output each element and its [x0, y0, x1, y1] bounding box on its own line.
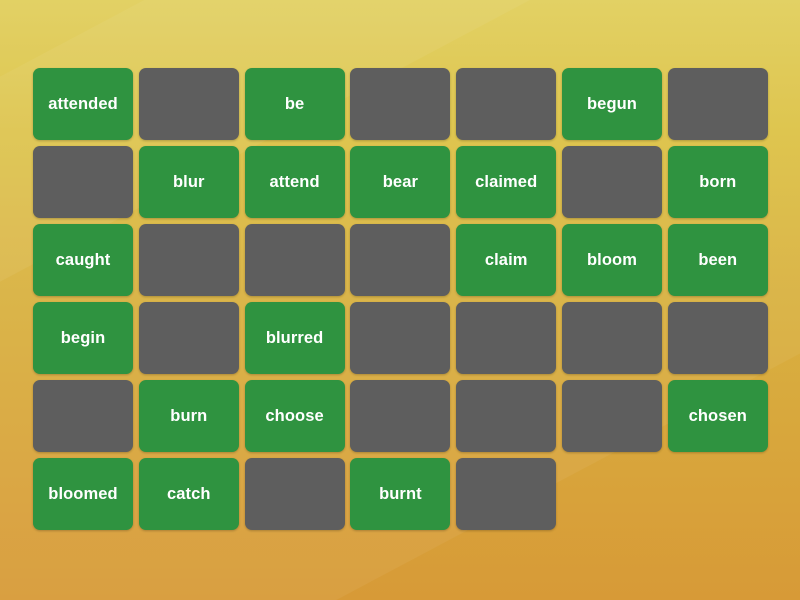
tile-hidden[interactable] — [561, 146, 662, 218]
tile-hidden[interactable] — [667, 302, 768, 374]
tile-revealed[interactable]: blurred — [244, 302, 345, 374]
tile-hidden[interactable] — [456, 68, 557, 140]
tile-revealed[interactable]: been — [667, 224, 768, 296]
tile-hidden[interactable] — [33, 146, 133, 218]
tile-hidden[interactable] — [456, 380, 557, 452]
tile-hidden[interactable] — [456, 302, 557, 374]
tile-hidden[interactable] — [350, 68, 451, 140]
tile-revealed[interactable]: bloomed — [33, 458, 133, 530]
tile-revealed[interactable]: blur — [138, 146, 239, 218]
tile-revealed[interactable]: claimed — [456, 146, 557, 218]
tile-label: be — [284, 94, 305, 113]
tile-hidden[interactable] — [138, 68, 239, 140]
tile-revealed[interactable]: caught — [33, 224, 133, 296]
tile-label: choose — [265, 406, 324, 425]
tile-label: attended — [48, 94, 118, 113]
tile-hidden[interactable] — [138, 224, 239, 296]
tile-revealed[interactable]: catch — [138, 458, 239, 530]
tile-label: blurred — [265, 328, 324, 347]
tile-revealed[interactable]: burn — [138, 380, 239, 452]
tile-row: blur attend bear claimed born — [33, 146, 768, 218]
matching-pairs-board: attended be begun blur attend bear claimed born… — [33, 68, 768, 530]
tile-label: claim — [484, 250, 528, 269]
tile-revealed[interactable]: bloom — [561, 224, 662, 296]
tile-label: born — [699, 172, 737, 191]
tile-revealed[interactable]: begun — [561, 68, 662, 140]
tile-hidden[interactable] — [561, 302, 662, 374]
tile-revealed[interactable]: begin — [33, 302, 133, 374]
tile-hidden[interactable] — [33, 380, 133, 452]
tile-label: chosen — [688, 406, 747, 425]
tile-hidden[interactable] — [667, 68, 768, 140]
tile-label: claimed — [475, 172, 538, 191]
tile-row: caught claim bloom been — [33, 224, 768, 296]
tile-hidden[interactable] — [350, 224, 451, 296]
tile-label: catch — [166, 484, 211, 503]
tile-label: attend — [269, 172, 320, 191]
tile-hidden[interactable] — [138, 302, 239, 374]
tile-label: been — [698, 250, 738, 269]
tile-row: attended be begun — [33, 68, 768, 140]
tile-label: begin — [60, 328, 106, 347]
tile-revealed[interactable]: claim — [456, 224, 557, 296]
tile-hidden[interactable] — [350, 302, 451, 374]
tile-label: begun — [586, 94, 637, 113]
tile-label: bloom — [586, 250, 637, 269]
tile-label: caught — [55, 250, 111, 269]
tile-revealed[interactable]: choose — [244, 380, 345, 452]
tile-row: begin blurred — [33, 302, 768, 374]
tile-revealed[interactable]: attended — [33, 68, 133, 140]
tile-hidden[interactable] — [350, 380, 451, 452]
game-stage: attended be begun blur attend bear claimed born… — [0, 0, 800, 600]
tile-revealed[interactable]: bear — [350, 146, 451, 218]
tile-revealed[interactable]: chosen — [667, 380, 768, 452]
tile-hidden[interactable] — [561, 380, 662, 452]
tile-hidden[interactable] — [244, 224, 345, 296]
tile-revealed[interactable]: born — [667, 146, 768, 218]
tile-row: burn choose chosen — [33, 380, 768, 452]
tile-label: blur — [173, 172, 205, 191]
tile-label: burnt — [379, 484, 422, 503]
tile-revealed[interactable]: attend — [244, 146, 345, 218]
tile-revealed[interactable]: burnt — [350, 458, 451, 530]
tile-label: bear — [382, 172, 419, 191]
tile-label: burn — [170, 406, 208, 425]
tile-hidden[interactable] — [456, 458, 557, 530]
tile-row: bloomed catch burnt — [33, 458, 768, 530]
tile-hidden[interactable] — [244, 458, 345, 530]
tile-label: bloomed — [48, 484, 118, 503]
tile-revealed[interactable]: be — [244, 68, 345, 140]
